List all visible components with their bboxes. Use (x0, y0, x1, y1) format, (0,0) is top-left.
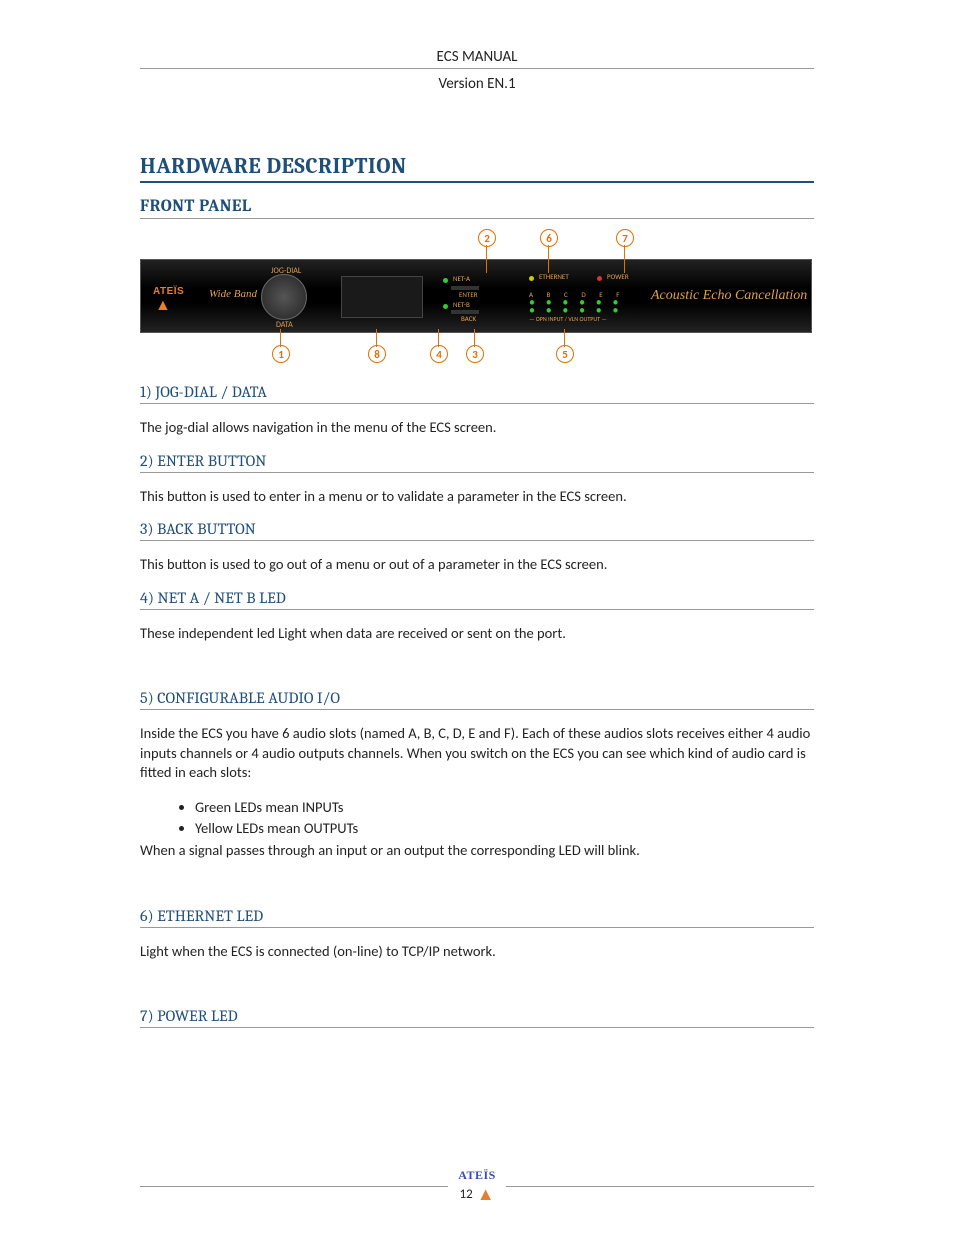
p-net-ab-led: These independent led Light when data ar… (140, 624, 814, 644)
lcd-screen (341, 276, 423, 318)
h3-ethernet-led: 6) ETHERNET LED (140, 907, 814, 925)
bullet-yellow-leds: Yellow LEDs mean OUTPUTs (195, 818, 814, 839)
page-number: 12 (460, 1187, 473, 1202)
h3-back-button: 3) BACK BUTTON (140, 520, 814, 538)
p-enter-button: This button is used to enter in a menu o… (140, 487, 814, 507)
back-label: BACK (461, 314, 476, 323)
ateis-logo-icon: ▲ (155, 296, 171, 315)
product-tagline: Acoustic Echo Cancellation (651, 288, 807, 304)
jog-dial (261, 274, 307, 320)
bullet-green-leds: Green LEDs mean INPUTs (195, 797, 814, 818)
wideband-label: Wide Band (209, 288, 257, 300)
p-ethernet-led: Light when the ECS is connected (on-line… (140, 942, 814, 962)
device-chassis: ATEÏS ▲ Wide Band JOG-DIAL DATA NET-A EN… (140, 259, 812, 333)
net-a-label: NET-A (453, 274, 470, 283)
doc-version: Version EN.1 (140, 75, 814, 93)
callout-8: 8 (368, 345, 386, 363)
p-config-audio-outro: When a signal passes through an input or… (140, 841, 814, 861)
callout-1: 1 (272, 345, 290, 363)
enter-label: ENTER (459, 290, 478, 299)
ethernet-label: ETHERNET (539, 272, 569, 281)
ethernet-led (529, 276, 534, 281)
net-b-label: NET-B (453, 300, 470, 309)
p-back-button: This button is used to go out of a menu … (140, 555, 814, 575)
callout-7: 7 (616, 229, 634, 247)
page-footer: ATEÏS 12 ▲ (140, 1168, 814, 1205)
callout-2: 2 (478, 229, 496, 247)
audio-slots: A B C D E F • • • • • • • • • • • • — OP… (529, 290, 625, 323)
footer-brand: ATEÏS (458, 1168, 496, 1183)
h3-enter-button: 2) ENTER BUTTON (140, 452, 814, 470)
h1-hardware-description: HARDWARE DESCRIPTION (140, 153, 814, 179)
power-led (597, 276, 602, 281)
h3-config-audio-io: 5) CONFIGURABLE AUDIO I/O (140, 689, 814, 707)
p-jog-dial: The jog-dial allows navigation in the me… (140, 418, 814, 438)
h3-power-led: 7) POWER LED (140, 1007, 814, 1025)
power-label: POWER (607, 272, 629, 281)
h2-front-panel: FRONT PANEL (140, 197, 814, 216)
doc-title: ECS MANUAL (140, 48, 814, 68)
callout-3: 3 (466, 345, 484, 363)
h3-net-ab-led: 4) NET A / NET B LED (140, 589, 814, 607)
front-panel-figure: ATEÏS ▲ Wide Band JOG-DIAL DATA NET-A EN… (140, 229, 810, 369)
callout-6: 6 (540, 229, 558, 247)
config-audio-list: Green LEDs mean INPUTs Yellow LEDs mean … (140, 797, 814, 839)
net-b-led (443, 304, 448, 309)
slot-leds-row2: • • • • • • (529, 307, 625, 315)
callout-4: 4 (430, 345, 448, 363)
callout-5: 5 (556, 345, 574, 363)
h3-jog-dial: 1) JOG-DIAL / DATA (140, 383, 814, 401)
data-label: DATA (276, 320, 293, 330)
footer-logo-icon: ▲ (477, 1183, 495, 1205)
net-a-led (443, 278, 448, 283)
p-config-audio-intro: Inside the ECS you have 6 audio slots (n… (140, 724, 814, 783)
